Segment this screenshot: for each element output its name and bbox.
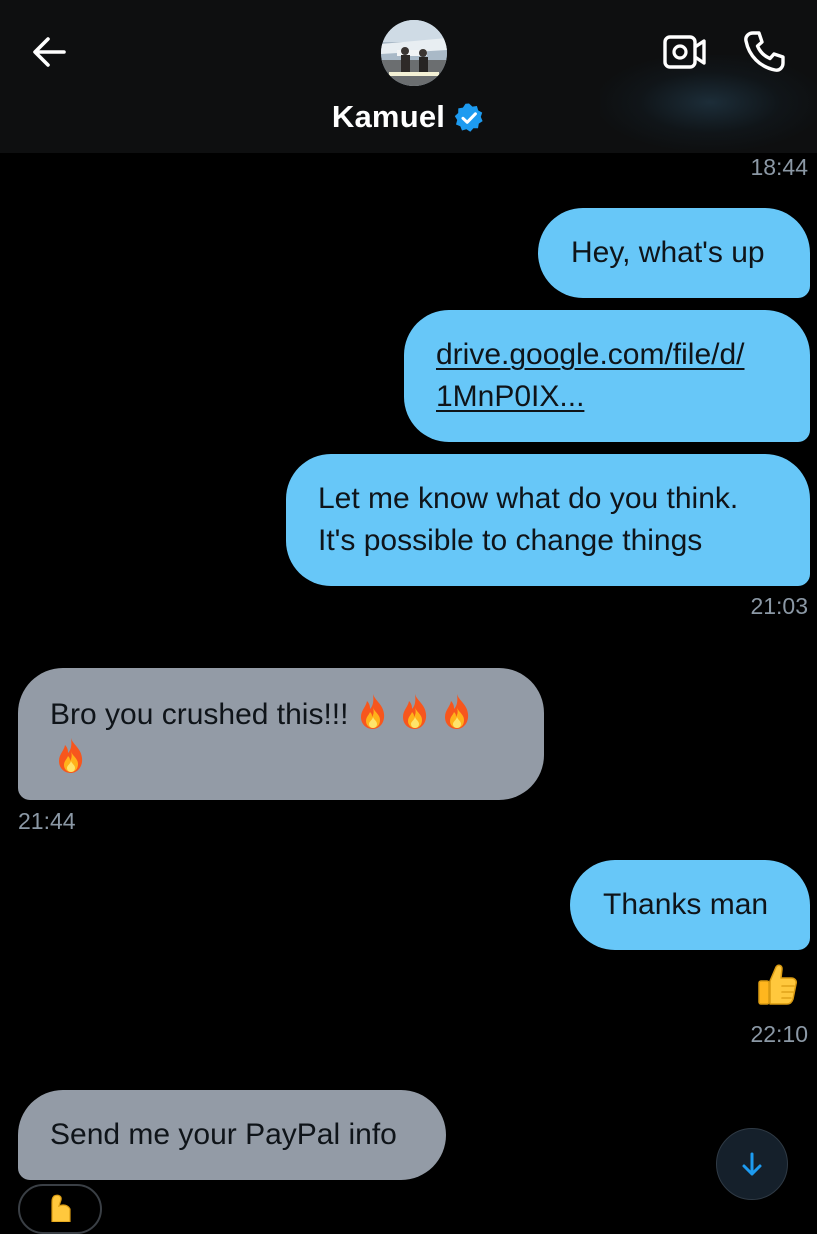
fire-emoji: [403, 694, 427, 729]
sent-link-bubble[interactable]: drive.google.com/file/d/ 1MnP0IX...: [404, 310, 810, 442]
sent-message-bubble[interactable]: Thanks man: [570, 860, 810, 950]
message-text: Bro you crushed this!!!: [50, 698, 349, 731]
message-timestamp: 21:03: [750, 593, 808, 619]
verified-badge-icon: [454, 103, 483, 132]
message-text: Thanks man: [603, 888, 769, 921]
message-text: Hey, what's up: [571, 236, 765, 269]
message-timestamp: 18:44: [750, 154, 808, 180]
arrow-down-icon: [742, 1152, 762, 1176]
fire-emoji: [361, 694, 385, 729]
received-message-bubble[interactable]: Bro you crushed this!!!: [18, 668, 544, 800]
message-link-continued[interactable]: 1MnP0IX...: [436, 376, 810, 418]
message-timestamp: 22:10: [750, 1021, 808, 1047]
fire-emoji: [59, 738, 83, 773]
chat-header: Kamuel: [0, 0, 817, 153]
sent-message-bubble[interactable]: Hey, what's up: [538, 208, 810, 298]
video-camera-icon: [663, 35, 706, 69]
sent-message-bubble[interactable]: Let me know what do you think. It's poss…: [286, 454, 810, 586]
phone-icon: [744, 31, 785, 72]
phone-call-button[interactable]: [740, 28, 788, 76]
received-message-bubble[interactable]: Send me your PayPal info: [18, 1090, 446, 1180]
contact-name-row[interactable]: Kamuel: [0, 95, 817, 139]
message-timestamp: 21:44: [18, 808, 76, 834]
message-text: It's possible to change things: [318, 524, 703, 557]
contact-name: Kamuel: [331, 99, 446, 134]
back-button[interactable]: [28, 30, 72, 74]
video-call-button[interactable]: [660, 30, 708, 74]
arrow-left-icon: [33, 37, 66, 67]
message-reaction[interactable]: [18, 1184, 102, 1234]
flexed-arm-emoji: [51, 1194, 71, 1222]
scroll-to-bottom-button[interactable]: [716, 1128, 788, 1200]
avatar[interactable]: [381, 20, 447, 86]
fire-emoji: [445, 694, 469, 729]
thumbs-up-emoji[interactable]: [754, 962, 800, 1008]
message-text: Let me know what do you think.: [318, 482, 739, 515]
message-link[interactable]: drive.google.com/file/d/: [436, 334, 810, 376]
message-text: Send me your PayPal info: [50, 1118, 397, 1151]
